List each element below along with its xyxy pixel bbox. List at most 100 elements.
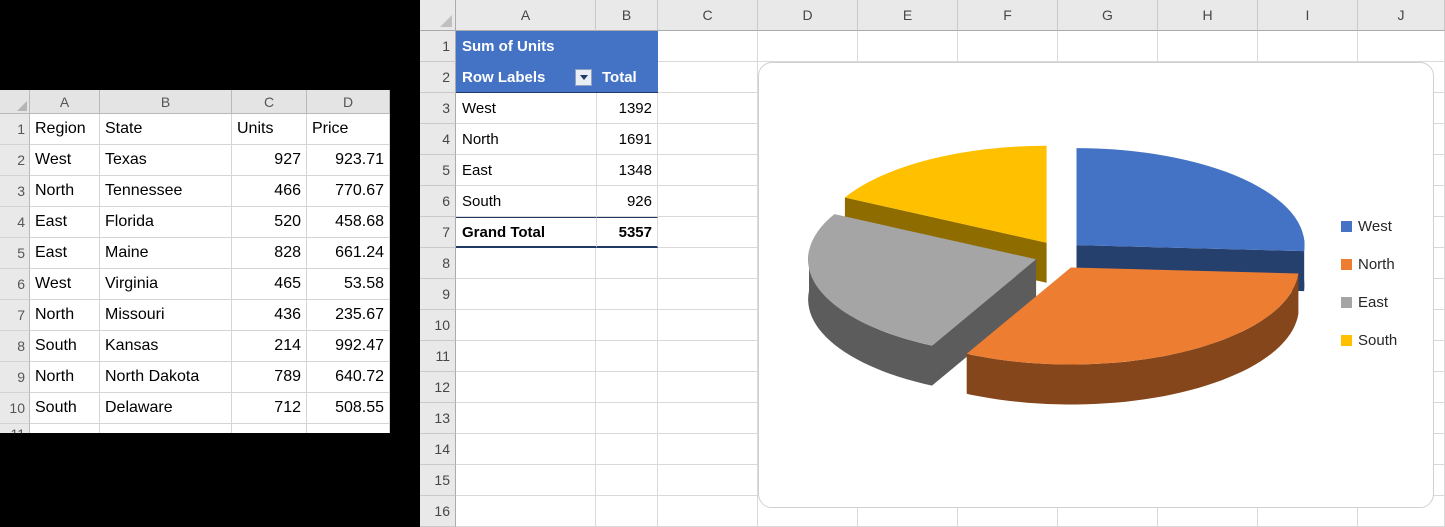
cell-A6[interactable]: West bbox=[30, 269, 100, 300]
column-header-H[interactable]: H bbox=[1158, 0, 1258, 31]
row-number-5[interactable]: 5 bbox=[420, 155, 456, 186]
cell-B14[interactable] bbox=[596, 434, 658, 465]
pivot-row-label[interactable]: East bbox=[456, 155, 596, 186]
grand-total-value[interactable]: 5357 bbox=[596, 217, 658, 248]
cell-B8[interactable]: Kansas bbox=[100, 331, 232, 362]
cell-D3[interactable]: 770.67 bbox=[307, 176, 390, 207]
cell-B15[interactable] bbox=[596, 465, 658, 496]
cell-D1[interactable] bbox=[758, 31, 858, 62]
cell-B2[interactable]: Texas bbox=[100, 145, 232, 176]
row-number-10[interactable]: 10 bbox=[420, 310, 456, 341]
column-header-B[interactable]: B bbox=[596, 0, 658, 31]
cell-C11[interactable] bbox=[232, 424, 307, 433]
cell-D6[interactable]: 53.58 bbox=[307, 269, 390, 300]
column-header-D[interactable]: D bbox=[758, 0, 858, 31]
cell-C9[interactable]: 789 bbox=[232, 362, 307, 393]
cell-A10[interactable]: South bbox=[30, 393, 100, 424]
row-number-7[interactable]: 7 bbox=[0, 300, 30, 331]
cell-C10[interactable] bbox=[658, 310, 758, 341]
cell-C13[interactable] bbox=[658, 403, 758, 434]
3d-pie-chart[interactable] bbox=[759, 63, 1434, 508]
cell-C1[interactable] bbox=[658, 31, 758, 62]
row-number-2[interactable]: 2 bbox=[420, 62, 456, 93]
cell-B8[interactable] bbox=[596, 248, 658, 279]
cell-A2[interactable]: West bbox=[30, 145, 100, 176]
cell-I1[interactable] bbox=[1258, 31, 1358, 62]
cell-B16[interactable] bbox=[596, 496, 658, 527]
row-number-3[interactable]: 3 bbox=[0, 176, 30, 207]
cell-D1[interactable]: Price bbox=[307, 114, 390, 145]
cell-B7[interactable]: Missouri bbox=[100, 300, 232, 331]
cell-D10[interactable]: 508.55 bbox=[307, 393, 390, 424]
row-number-10[interactable]: 10 bbox=[0, 393, 30, 424]
cell-B10[interactable] bbox=[596, 310, 658, 341]
row-number-12[interactable]: 12 bbox=[420, 372, 456, 403]
row-labels-header-cell[interactable]: Row Labels bbox=[456, 62, 596, 93]
cell-A1[interactable]: Region bbox=[30, 114, 100, 145]
cell-B11[interactable] bbox=[100, 424, 232, 433]
cell-A11[interactable] bbox=[456, 341, 596, 372]
row-number-8[interactable]: 8 bbox=[420, 248, 456, 279]
cell-C9[interactable] bbox=[658, 279, 758, 310]
cell-J1[interactable] bbox=[1358, 31, 1445, 62]
legend-item[interactable]: South bbox=[1341, 329, 1397, 352]
cell-A4[interactable]: East bbox=[30, 207, 100, 238]
cell-B6[interactable]: Virginia bbox=[100, 269, 232, 300]
column-header-I[interactable]: I bbox=[1258, 0, 1358, 31]
cell-D11[interactable] bbox=[307, 424, 390, 433]
pivot-row-label[interactable]: West bbox=[456, 93, 596, 124]
select-all-corner[interactable] bbox=[0, 90, 30, 114]
row-number-9[interactable]: 9 bbox=[420, 279, 456, 310]
legend-item[interactable]: North bbox=[1341, 253, 1397, 276]
cell-A14[interactable] bbox=[456, 434, 596, 465]
cell-D9[interactable]: 640.72 bbox=[307, 362, 390, 393]
cell-C8[interactable]: 214 bbox=[232, 331, 307, 362]
cell-C3[interactable] bbox=[658, 93, 758, 124]
row-number-5[interactable]: 5 bbox=[0, 238, 30, 269]
cell-C4[interactable] bbox=[658, 124, 758, 155]
grand-total-label[interactable]: Grand Total bbox=[456, 217, 596, 248]
row-number-7[interactable]: 7 bbox=[420, 217, 456, 248]
cell-B13[interactable] bbox=[596, 403, 658, 434]
legend-item[interactable]: East bbox=[1341, 291, 1397, 314]
cell-A5[interactable]: East bbox=[30, 238, 100, 269]
cell-E1[interactable] bbox=[858, 31, 958, 62]
cell-C16[interactable] bbox=[658, 496, 758, 527]
cell-B3[interactable]: Tennessee bbox=[100, 176, 232, 207]
cell-F1[interactable] bbox=[958, 31, 1058, 62]
pivot-row-value[interactable]: 1348 bbox=[596, 155, 658, 186]
cell-B10[interactable]: Delaware bbox=[100, 393, 232, 424]
row-number-9[interactable]: 9 bbox=[0, 362, 30, 393]
row-number-4[interactable]: 4 bbox=[420, 124, 456, 155]
column-header-G[interactable]: G bbox=[1058, 0, 1158, 31]
row-number-4[interactable]: 4 bbox=[0, 207, 30, 238]
row-number-14[interactable]: 14 bbox=[420, 434, 456, 465]
row-number-6[interactable]: 6 bbox=[0, 269, 30, 300]
cell-C3[interactable]: 466 bbox=[232, 176, 307, 207]
cell-A13[interactable] bbox=[456, 403, 596, 434]
row-number-2[interactable]: 2 bbox=[0, 145, 30, 176]
row-number-6[interactable]: 6 bbox=[420, 186, 456, 217]
pivot-row-value[interactable]: 926 bbox=[596, 186, 658, 217]
cell-C10[interactable]: 712 bbox=[232, 393, 307, 424]
cell-A10[interactable] bbox=[456, 310, 596, 341]
cell-C6[interactable] bbox=[658, 186, 758, 217]
legend-item[interactable]: West bbox=[1341, 215, 1397, 238]
cell-B1[interactable]: State bbox=[100, 114, 232, 145]
pivot-row-label[interactable]: South bbox=[456, 186, 596, 217]
select-all-corner[interactable] bbox=[420, 0, 456, 31]
row-number-16[interactable]: 16 bbox=[420, 496, 456, 527]
pivot-row-value[interactable]: 1392 bbox=[596, 93, 658, 124]
cell-C6[interactable]: 465 bbox=[232, 269, 307, 300]
row-number-15[interactable]: 15 bbox=[420, 465, 456, 496]
cell-C4[interactable]: 520 bbox=[232, 207, 307, 238]
row-number-1[interactable]: 1 bbox=[0, 114, 30, 145]
cell-B9[interactable] bbox=[596, 279, 658, 310]
column-header-C[interactable]: C bbox=[658, 0, 758, 31]
column-header-E[interactable]: E bbox=[858, 0, 958, 31]
cell-C7[interactable] bbox=[658, 217, 758, 248]
cell-C14[interactable] bbox=[658, 434, 758, 465]
cell-D7[interactable]: 235.67 bbox=[307, 300, 390, 331]
column-header-C[interactable]: C bbox=[232, 90, 307, 114]
row-number-11[interactable]: 11 bbox=[0, 424, 30, 433]
